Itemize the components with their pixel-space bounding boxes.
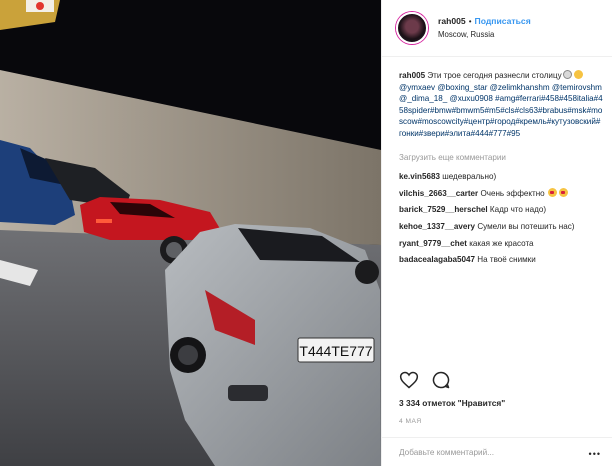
- separator-dot: •: [468, 17, 472, 26]
- comment-item: kehoe_1337__avery Сумели вы потешить нас…: [399, 221, 603, 233]
- comment-username[interactable]: ryant_9779__chet: [399, 239, 467, 248]
- heart-eyes-emoji-icon: [547, 187, 557, 197]
- comment-text: какая же красота: [469, 238, 534, 248]
- comment-text: На твоё снимки: [477, 255, 536, 265]
- caption: rah005 Эти трое сегодня разнесли столицу…: [399, 70, 603, 140]
- comments-section: rah005 Эти трое сегодня разнесли столицу…: [399, 70, 603, 271]
- comment-item: barick_7529__herschel Кадр что надо): [399, 204, 603, 216]
- caption-username[interactable]: rah005: [399, 71, 425, 80]
- load-more-comments-link[interactable]: Загрузить еще комментарии: [399, 152, 603, 164]
- post-date: 4 МАЯ: [399, 418, 422, 425]
- caption-text: Эти трое сегодня разнесли столицу: [427, 71, 562, 80]
- license-plate-text: Т444ТЕ777: [299, 343, 372, 359]
- post-side-panel: rah005 • Подписаться Moscow, Russia rah0…: [381, 0, 612, 466]
- post-header: rah005 • Подписаться Moscow, Russia: [382, 0, 612, 57]
- likes-count[interactable]: 3 334 отметок "Нравится": [399, 398, 505, 408]
- comment-item: badacealagaba5047 На твоё снимки: [399, 254, 603, 266]
- heart-eyes-emoji-icon: [558, 187, 568, 197]
- comment-item: vilchis_2663__carter Очень эффектно: [399, 187, 603, 200]
- comment-icon[interactable]: [431, 370, 451, 390]
- comment-input[interactable]: [399, 447, 569, 457]
- comment-username[interactable]: barick_7529__herschel: [399, 205, 488, 214]
- comment-item: ke.vin5683 шедеврально): [399, 171, 603, 183]
- comment-text: Сумели вы потешить нас): [477, 221, 575, 231]
- more-options-icon[interactable]: •••: [589, 449, 601, 459]
- comment-username[interactable]: ke.vin5683: [399, 172, 440, 181]
- location-link[interactable]: Moscow, Russia: [438, 29, 531, 40]
- star-eyes-emoji-icon: [573, 70, 583, 79]
- comment-text: Кадр что надо): [489, 205, 547, 215]
- comment-username[interactable]: vilchis_2663__carter: [399, 189, 478, 198]
- post-photo[interactable]: Т444ТЕ777: [0, 0, 381, 466]
- follow-button[interactable]: Подписаться: [475, 16, 531, 27]
- add-comment-bar: •••: [382, 437, 612, 466]
- skull-emoji-icon: [562, 70, 572, 79]
- header-row: rah005 • Подписаться: [438, 16, 531, 27]
- comment-text: шедеврально): [442, 172, 497, 182]
- cars-photo-illustration: Т444ТЕ777: [0, 0, 381, 466]
- comment-username[interactable]: kehoe_1337__avery: [399, 222, 475, 231]
- comment-text: Очень эффектно: [480, 188, 545, 198]
- heart-icon[interactable]: [399, 370, 419, 390]
- comment-item: ryant_9779__chet какая же красота: [399, 238, 603, 250]
- author-username[interactable]: rah005: [438, 16, 466, 27]
- comment-username[interactable]: badacealagaba5047: [399, 255, 475, 264]
- instagram-post: Т444ТЕ777 rah005 • Подписаться Moscow, R…: [0, 0, 612, 466]
- header-text: rah005 • Подписаться Moscow, Russia: [438, 16, 531, 40]
- avatar[interactable]: [396, 12, 428, 44]
- action-bar: [399, 370, 451, 390]
